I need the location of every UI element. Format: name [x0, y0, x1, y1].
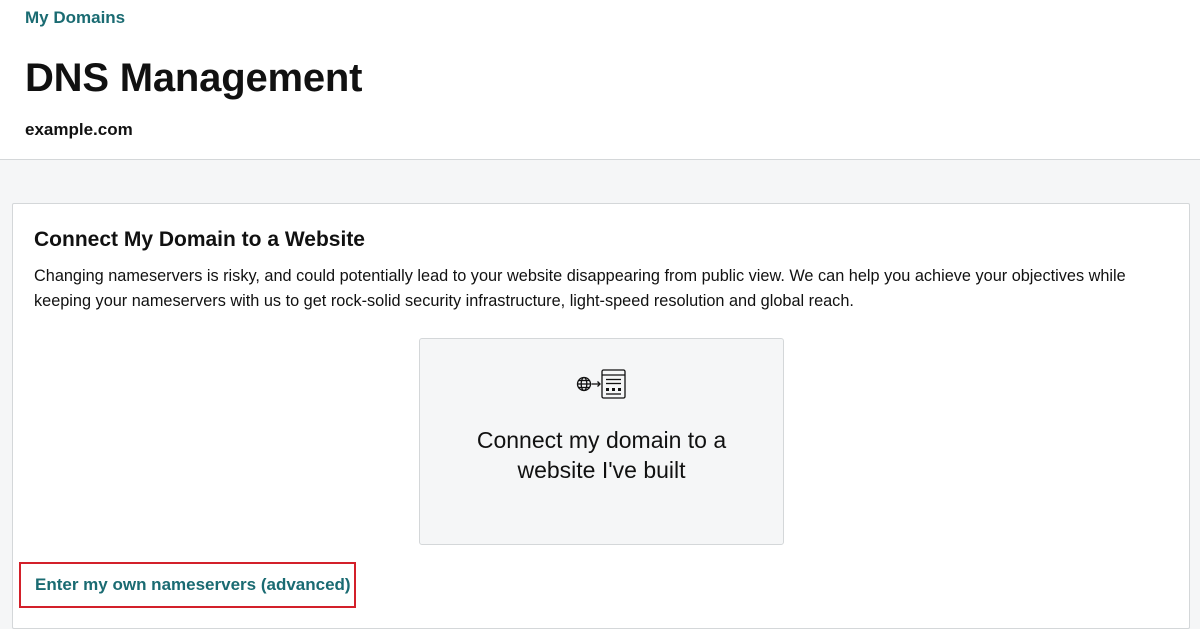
- advanced-link-highlight: Enter my own nameservers (advanced): [19, 562, 356, 608]
- page-header: My Domains DNS Management example.com: [0, 0, 1200, 160]
- option-label-line-2: website I've built: [517, 457, 686, 483]
- page-title: DNS Management: [25, 56, 363, 100]
- breadcrumb-my-domains[interactable]: My Domains: [25, 8, 125, 28]
- connect-website-option[interactable]: Connect my domain to a website I've buil…: [419, 338, 784, 545]
- domain-name: example.com: [25, 120, 133, 139]
- enter-own-nameservers-link[interactable]: Enter my own nameservers (advanced): [35, 575, 351, 595]
- card-description: Changing nameservers is risky, and could…: [34, 267, 1126, 310]
- card-title: Connect My Domain to a Website: [34, 228, 365, 251]
- globe-to-website-icon: [576, 369, 626, 399]
- connect-website-option-label: Connect my domain to a website I've buil…: [420, 425, 783, 485]
- option-label-line-1: Connect my domain to a: [476, 427, 727, 453]
- connect-domain-card: Connect My Domain to a Website Changing …: [12, 203, 1190, 629]
